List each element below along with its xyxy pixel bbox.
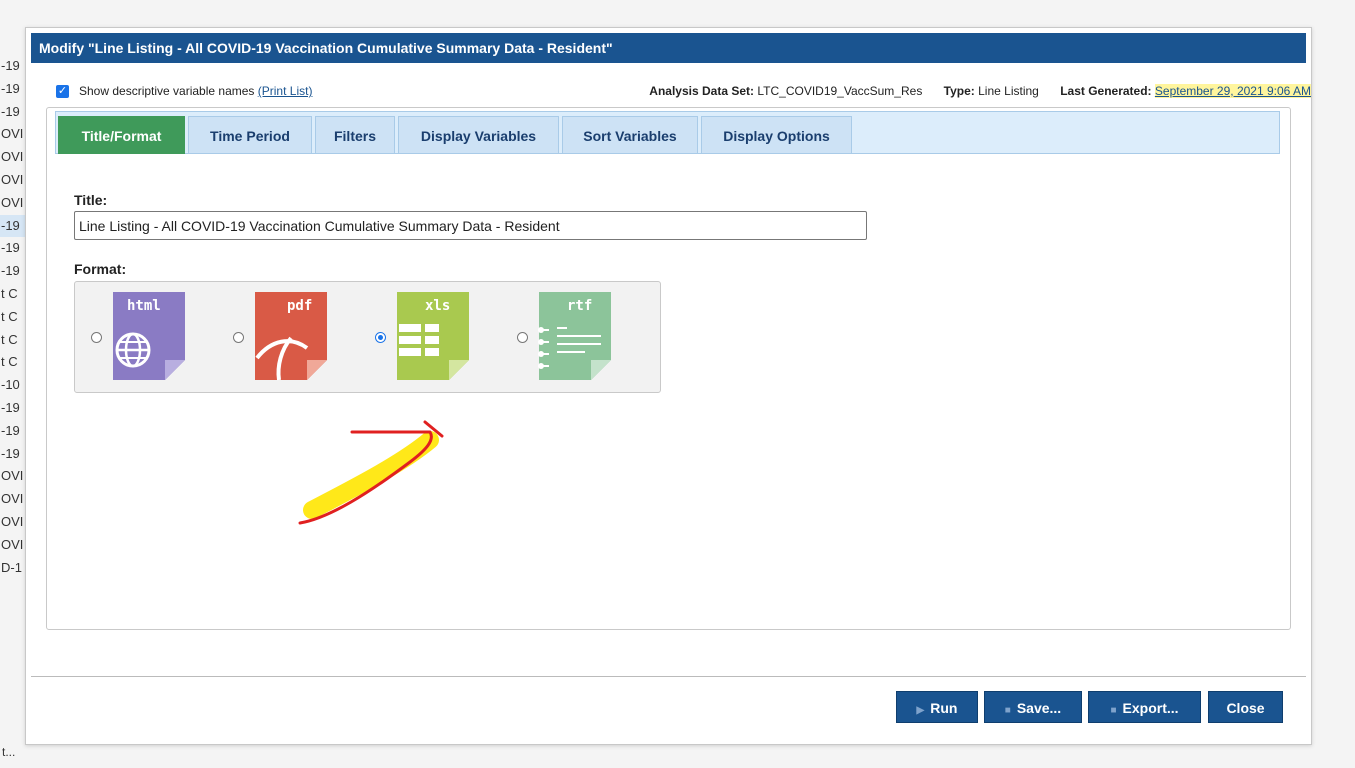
format-option-rtf[interactable]: rtf xyxy=(509,288,639,386)
format-label: Format: xyxy=(74,261,127,277)
dataset-label: Analysis Data Set: xyxy=(649,84,755,98)
list-item-selected[interactable]: -19 xyxy=(0,214,28,238)
list-item[interactable]: OVI xyxy=(0,488,28,511)
list-item[interactable]: -19 xyxy=(0,78,28,101)
tab-sort-variables[interactable]: Sort Variables xyxy=(562,116,698,154)
close-button[interactable]: Close xyxy=(1208,691,1283,723)
list-item[interactable]: -10 xyxy=(0,374,28,397)
footer-divider xyxy=(31,676,1306,677)
dataset-value: LTC_COVID19_VaccSum_Res xyxy=(757,84,923,98)
show-descriptive-checkbox[interactable]: ✓ xyxy=(56,85,69,98)
list-item[interactable]: -19 xyxy=(0,237,28,260)
document-icon: rtf xyxy=(538,292,611,380)
tab-display-options[interactable]: Display Options xyxy=(701,116,852,154)
run-icon: ▶ xyxy=(916,705,925,716)
list-item[interactable]: OVI xyxy=(0,169,28,192)
modify-report-dialog: Modify "Line Listing - All COVID-19 Vacc… xyxy=(25,27,1312,745)
format-radio-pdf[interactable] xyxy=(233,332,244,343)
list-item[interactable]: t C xyxy=(0,283,28,306)
list-item[interactable]: D-1 xyxy=(0,557,28,580)
format-radio-rtf[interactable] xyxy=(517,332,528,343)
list-item[interactable]: -19 xyxy=(0,55,28,78)
show-descriptive-text: Show descriptive variable names xyxy=(79,84,255,98)
format-radio-html[interactable] xyxy=(91,332,102,343)
background-bottom-text: t... xyxy=(2,745,16,759)
tab-display-variables[interactable]: Display Variables xyxy=(398,116,559,154)
list-item[interactable]: OVI xyxy=(0,511,28,534)
export-icon: ■ xyxy=(1110,705,1117,716)
last-generated-label: Last Generated: xyxy=(1060,84,1152,98)
print-list-link[interactable]: (Print List) xyxy=(258,84,313,98)
dialog-title: Modify "Line Listing - All COVID-19 Vacc… xyxy=(31,33,1306,63)
list-item[interactable]: -19 xyxy=(0,420,28,443)
list-item[interactable]: OVI xyxy=(0,534,28,557)
format-option-html[interactable]: html xyxy=(83,288,213,386)
last-generated-link[interactable]: September 29, 2021 9:06 AM xyxy=(1154,84,1311,98)
format-option-pdf[interactable]: pdf xyxy=(225,288,355,386)
acrobat-icon: pdf xyxy=(255,292,327,381)
export-button[interactable]: ■ Export... xyxy=(1088,691,1201,723)
list-item[interactable]: t C xyxy=(0,329,28,352)
list-item[interactable]: -19 xyxy=(0,443,28,466)
format-option-xls[interactable]: xls xyxy=(367,288,497,386)
format-radio-xls[interactable] xyxy=(375,332,386,343)
list-item[interactable]: OVI xyxy=(0,465,28,488)
format-label-xls: xls xyxy=(425,298,450,314)
title-input[interactable] xyxy=(74,211,867,240)
tab-bar: Title/Format Time Period Filters Display… xyxy=(55,111,1280,154)
title-label: Title: xyxy=(74,192,108,208)
report-meta: Analysis Data Set: LTC_COVID19_VaccSum_R… xyxy=(631,84,1311,98)
annotation-arrow-icon xyxy=(298,420,444,525)
type-value: Line Listing xyxy=(978,84,1039,98)
save-button[interactable]: ■ Save... xyxy=(984,691,1082,723)
type-label: Type: xyxy=(943,84,975,98)
tab-title-format[interactable]: Title/Format xyxy=(58,116,185,154)
format-label-html: html xyxy=(127,298,161,314)
show-descriptive-label: Show descriptive variable names (Print L… xyxy=(79,84,312,98)
tab-time-period[interactable]: Time Period xyxy=(188,116,312,154)
list-item[interactable]: OVI xyxy=(0,146,28,169)
list-item[interactable]: -19 xyxy=(0,101,28,124)
list-item[interactable]: OVI xyxy=(0,123,28,146)
list-item[interactable]: t C xyxy=(0,351,28,374)
list-item[interactable]: -19 xyxy=(0,260,28,283)
tab-filters[interactable]: Filters xyxy=(315,116,395,154)
background-report-list: -19 -19 -19 OVI OVI OVI OVI -19 -19 -19 … xyxy=(0,55,28,579)
list-item[interactable]: OVI xyxy=(0,192,28,215)
save-icon: ■ xyxy=(1004,705,1011,716)
run-button[interactable]: ▶ Run xyxy=(896,691,978,723)
list-item[interactable]: -19 xyxy=(0,397,28,420)
format-options: html pdf xls rtf xyxy=(74,281,661,393)
list-item[interactable]: t C xyxy=(0,306,28,329)
info-row: ✓ Show descriptive variable names (Print… xyxy=(56,82,1311,102)
spreadsheet-icon: xls xyxy=(397,292,469,380)
globe-icon: html xyxy=(113,292,185,380)
format-label-rtf: rtf xyxy=(567,298,592,314)
format-label-pdf: pdf xyxy=(287,298,312,314)
tab-content-panel: Title/Format Time Period Filters Display… xyxy=(46,107,1291,630)
